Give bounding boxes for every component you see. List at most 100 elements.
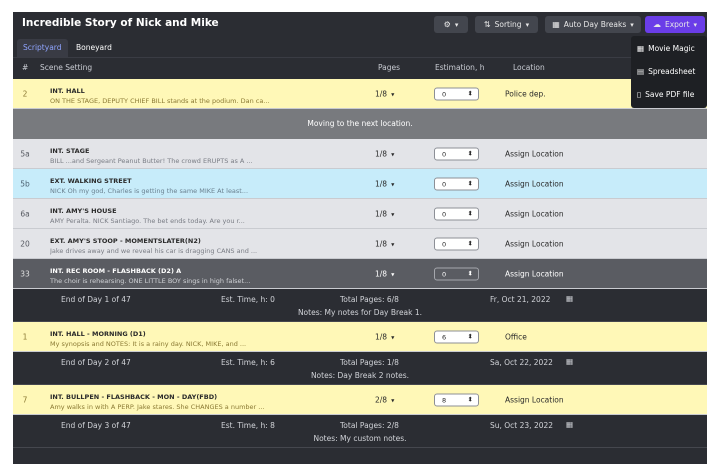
- scene-synopsis: My synopsis and NOTES: It is a rainy day…: [50, 340, 247, 348]
- spinner-arrows-icon[interactable]: ⬍: [468, 395, 473, 403]
- spinner-arrows-icon[interactable]: ⬍: [468, 179, 473, 187]
- scene-location[interactable]: Assign Location: [505, 209, 564, 218]
- scene-row[interactable]: 1 INT. HALL - MORNING (D1) My synopsis and…: [13, 322, 707, 352]
- day-break-date[interactable]: Sa, Oct 22, 2022: [490, 358, 553, 367]
- menu-item-label: Movie Magic: [648, 43, 695, 53]
- scene-heading: INT. AMY'S HOUSE: [50, 207, 117, 215]
- scene-location[interactable]: Assign Location: [505, 179, 564, 188]
- pages-select[interactable]: 1/8 ▾: [375, 89, 394, 98]
- scene-row[interactable]: 33 INT. REC ROOM - FLASHBACK (D2) A The ch…: [13, 259, 707, 289]
- scene-synopsis: The choir is rehearsing. ONE LITTLE BOY …: [50, 277, 251, 285]
- scene-row[interactable]: 6a INT. AMY'S HOUSE AMY Peralta. NICK Sant…: [13, 199, 707, 229]
- scene-number: 7: [22, 395, 28, 404]
- estimation-stepper[interactable]: 0 ⬍: [434, 87, 479, 100]
- scene-location[interactable]: Assign Location: [505, 269, 564, 278]
- estimation-value: 8: [442, 396, 447, 404]
- menu-item-spreadsheet[interactable]: ▤ Spreadsheet: [637, 62, 695, 80]
- pages-select[interactable]: 1/8 ▾: [375, 332, 394, 341]
- day-break-date[interactable]: Su, Oct 23, 2022: [490, 421, 553, 430]
- day-break-row[interactable]: End of Day 3 of 47 Est. Time, h: 8 Total P…: [13, 415, 707, 448]
- scene-location[interactable]: Office: [505, 332, 527, 341]
- estimation-stepper[interactable]: 6 ⬍: [434, 330, 479, 343]
- column-header-estimation[interactable]: Estimation, h: [435, 63, 484, 72]
- column-header-location[interactable]: Location: [513, 63, 545, 72]
- scene-row[interactable]: 20 EXT. AMY'S STOOP - MOMENTSLATER(N2) Jak…: [13, 229, 707, 259]
- auto-day-breaks-button[interactable]: ▦ Auto Day Breaks ▾: [545, 16, 641, 33]
- day-break-end-label: End of Day 1 of 47: [61, 295, 131, 304]
- scene-number: 5a: [20, 149, 30, 158]
- top-bar: Incredible Story of Nick and Mike ⚙ ▾ ⇅ …: [13, 12, 707, 38]
- estimation-stepper[interactable]: 0 ⬍: [434, 267, 479, 280]
- pages-select[interactable]: 1/8 ▾: [375, 269, 394, 278]
- scene-location[interactable]: Assign Location: [505, 149, 564, 158]
- scene-heading: INT. STAGE: [50, 147, 90, 155]
- tab-boneyard[interactable]: Boneyard: [70, 39, 118, 57]
- day-break-row[interactable]: End of Day 1 of 47 Est. Time, h: 0 Total P…: [13, 289, 707, 322]
- column-header-pages[interactable]: Pages: [378, 63, 400, 72]
- estimation-stepper[interactable]: 0 ⬍: [434, 237, 479, 250]
- page-title: Incredible Story of Nick and Mike: [22, 17, 219, 29]
- day-break-date[interactable]: Fr, Oct 21, 2022: [490, 295, 550, 304]
- auto-day-breaks-label: Auto Day Breaks: [563, 20, 627, 29]
- chevron-down-icon: ▾: [630, 20, 634, 29]
- scene-row[interactable]: 2 INT. HALL ON THE STAGE, DEPUTY CHIEF BIL…: [13, 79, 707, 109]
- scene-location[interactable]: Police dep.: [505, 89, 546, 98]
- pages-value: 1/8: [375, 269, 388, 278]
- calendar-icon: ▦: [552, 20, 560, 29]
- menu-item-save-pdf[interactable]: ▯ Save PDF file: [637, 85, 694, 103]
- column-header-num: #: [22, 63, 29, 72]
- scene-heading: INT. HALL - MORNING (D1): [50, 330, 146, 338]
- chevron-down-icon: ▾: [693, 20, 698, 29]
- estimation-value: 0: [442, 150, 447, 158]
- day-break-end-label: End of Day 3 of 47: [61, 421, 131, 430]
- spinner-arrows-icon[interactable]: ⬍: [468, 332, 473, 340]
- estimation-stepper[interactable]: 0 ⬍: [434, 147, 479, 160]
- calendar-icon[interactable]: ▦: [566, 357, 573, 366]
- scene-location[interactable]: Assign Location: [505, 239, 564, 248]
- scene-number: 1: [22, 332, 28, 341]
- spinner-arrows-icon[interactable]: ⬍: [468, 239, 473, 247]
- pages-select[interactable]: 2/8 ▾: [375, 395, 394, 404]
- pages-select[interactable]: 1/8 ▾: [375, 209, 394, 218]
- spinner-arrows-icon[interactable]: ⬍: [468, 89, 473, 97]
- estimation-stepper[interactable]: 8 ⬍: [434, 393, 479, 406]
- scene-number: 2: [22, 89, 28, 98]
- day-break-row[interactable]: End of Day 2 of 47 Est. Time, h: 6 Total P…: [13, 352, 707, 385]
- day-break-notes: Notes: My notes for Day Break 1.: [297, 308, 423, 317]
- chevron-down-icon: ▾: [391, 150, 395, 158]
- chevron-down-icon: ▾: [391, 396, 395, 404]
- calendar-icon[interactable]: ▦: [566, 294, 573, 303]
- menu-item-movie-magic[interactable]: ▦ Movie Magic: [637, 39, 695, 57]
- scene-row[interactable]: 5a INT. STAGE BILL ...and Sergeant Peanut …: [13, 139, 707, 169]
- pages-select[interactable]: 1/8 ▾: [375, 239, 394, 248]
- spinner-arrows-icon[interactable]: ⬍: [468, 149, 473, 157]
- calendar-icon[interactable]: ▦: [566, 420, 573, 429]
- chevron-down-icon: ▾: [391, 270, 395, 278]
- scene-heading: INT. REC ROOM - FLASHBACK (D2) A: [50, 267, 182, 275]
- spinner-arrows-icon[interactable]: ⬍: [468, 269, 473, 277]
- estimation-stepper[interactable]: 0 ⬍: [434, 177, 479, 190]
- pages-select[interactable]: 1/8 ▾: [375, 179, 394, 188]
- banner-text: Moving to the next location.: [307, 119, 413, 128]
- scene-synopsis: BILL ...and Sergeant Peanut Butter! The …: [50, 157, 253, 165]
- scene-row[interactable]: 7 INT. BULLPEN - FLASHBACK - MON - DAY(FB…: [13, 385, 707, 415]
- estimation-value: 0: [442, 210, 447, 218]
- export-button[interactable]: ☁ Export ▾: [645, 16, 705, 33]
- estimation-value: 0: [442, 240, 447, 248]
- scene-synopsis: AMY Peralta. NICK Santiago. The bet ends…: [50, 217, 245, 225]
- settings-button[interactable]: ⚙ ▾: [434, 16, 468, 33]
- tab-scriptyard[interactable]: Scriptyard: [17, 39, 68, 57]
- scene-location[interactable]: Assign Location: [505, 395, 564, 404]
- scene-heading: INT. HALL: [50, 87, 85, 95]
- scene-row[interactable]: 5b EXT. WALKING STREET NICK Oh my god, Cha…: [13, 169, 707, 199]
- day-break-total-pages: Total Pages: 6/8: [340, 295, 399, 304]
- day-break-est-time: Est. Time, h: 0: [221, 295, 275, 304]
- column-header-scene-setting[interactable]: Scene Setting: [40, 63, 92, 72]
- estimation-stepper[interactable]: 0 ⬍: [434, 207, 479, 220]
- chevron-down-icon: ▾: [391, 90, 395, 98]
- sorting-button[interactable]: ⇅ Sorting ▾: [475, 16, 538, 33]
- spinner-arrows-icon[interactable]: ⬍: [468, 209, 473, 217]
- scene-synopsis: Jake drives away and we reveal his car i…: [50, 247, 258, 255]
- pages-select[interactable]: 1/8 ▾: [375, 149, 394, 158]
- scene-number: 20: [20, 239, 30, 248]
